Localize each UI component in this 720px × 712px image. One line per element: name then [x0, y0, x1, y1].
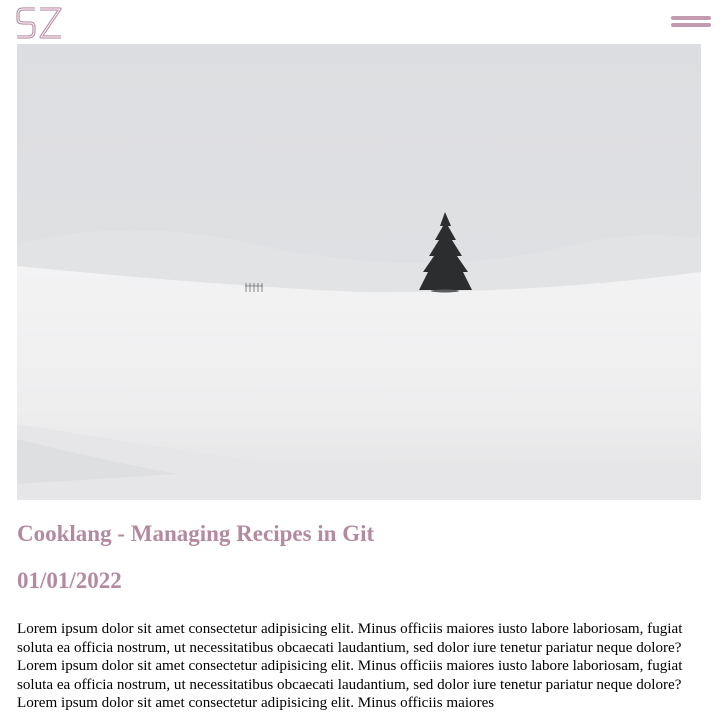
- post-body: Lorem ipsum dolor sit amet consectetur a…: [17, 621, 683, 712]
- menu-button[interactable]: [671, 16, 711, 32]
- site-logo[interactable]: [15, 4, 63, 42]
- hamburger-menu-icon: [671, 16, 711, 20]
- hero-image: [17, 44, 701, 500]
- post-date: 01/01/2022: [17, 568, 122, 593]
- snowy-landscape-lone-tree-image: [17, 44, 701, 500]
- hamburger-menu-icon-line: [671, 23, 711, 27]
- sz-monogram-logo: [16, 7, 62, 39]
- post-title: Cooklang - Managing Recipes in Git: [17, 521, 375, 546]
